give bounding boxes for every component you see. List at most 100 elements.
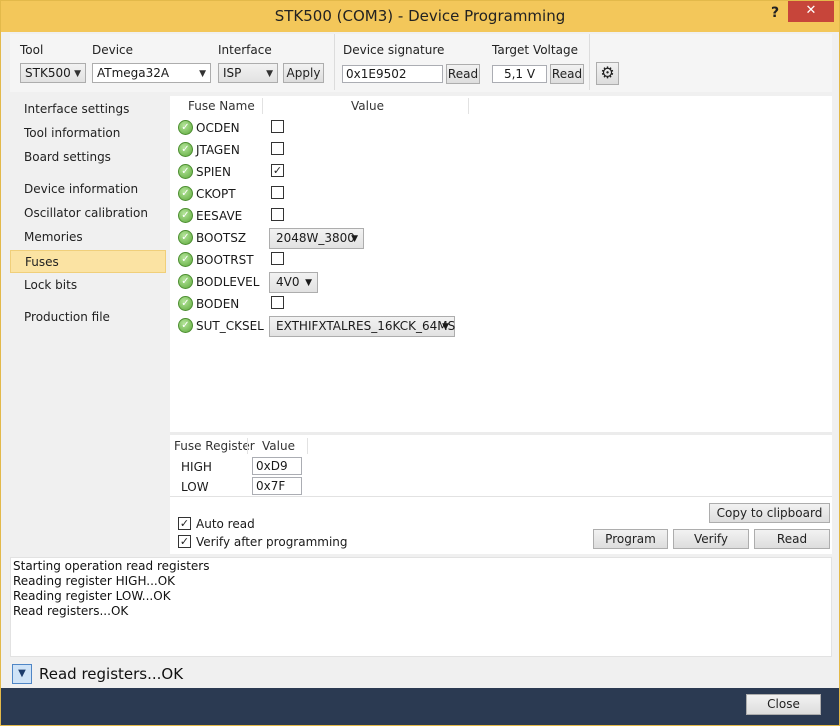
- fuse-name: BODLEVEL: [196, 275, 260, 289]
- register-value-high[interactable]: 0xD9: [252, 457, 302, 475]
- device-signature-field[interactable]: 0x1E9502: [342, 65, 443, 83]
- fuse-checkbox-boden[interactable]: [271, 296, 284, 309]
- panel-splitter[interactable]: [170, 432, 832, 435]
- column-header-fuse-name[interactable]: Fuse Name: [188, 99, 255, 113]
- copy-to-clipboard-button[interactable]: Copy to clipboard: [709, 503, 830, 523]
- tool-label: Tool: [20, 43, 44, 57]
- help-button[interactable]: ?: [765, 4, 785, 24]
- sidebar-item-tool-information[interactable]: Tool information: [10, 122, 166, 145]
- target-voltage-field[interactable]: 5,1 V: [492, 65, 547, 83]
- interface-select-value: ISP: [223, 66, 242, 80]
- verify-after-programming-checkbox[interactable]: ✓: [178, 535, 191, 548]
- fuse-row-bodlevel: ✓ BODLEVEL 4V0 ▼: [170, 271, 832, 293]
- signature-read-button[interactable]: Read: [446, 64, 480, 84]
- fuse-row-sut-cksel: ✓ SUT_CKSEL EXTHIFXTALRES_16KCK_64MS ▼: [170, 315, 832, 337]
- collapse-log-button[interactable]: ▼: [12, 664, 32, 684]
- fuse-row-boden: ✓ BODEN: [170, 293, 832, 315]
- voltage-read-button[interactable]: Read: [550, 64, 584, 84]
- fuse-grid-header: Fuse Name Value: [170, 96, 832, 116]
- column-header-register-value[interactable]: Value: [262, 439, 295, 453]
- sidebar-item-interface-settings[interactable]: Interface settings: [10, 98, 166, 121]
- fuse-checkbox-eesave[interactable]: [271, 208, 284, 221]
- fuse-name: CKOPT: [196, 187, 236, 201]
- window-close-button[interactable]: ✕: [788, 1, 834, 22]
- sidebar-item-fuses[interactable]: Fuses: [10, 250, 166, 273]
- fuse-checkbox-jtagen[interactable]: [271, 142, 284, 155]
- chevron-down-icon: ▼: [266, 69, 273, 79]
- fuses-panel: Fuse Name Value ✓ OCDEN ✓ JTAGEN ✓ SPIEN…: [170, 96, 832, 554]
- device-select[interactable]: ATmega32A ▼: [92, 63, 211, 83]
- options-area: ✓ Auto read ✓ Verify after programming C…: [170, 496, 832, 554]
- close-button[interactable]: Close: [746, 694, 821, 715]
- fuse-row-ocden: ✓ OCDEN: [170, 117, 832, 139]
- tool-select-value: STK500: [25, 66, 71, 80]
- fuse-row-ckopt: ✓ CKOPT: [170, 183, 832, 205]
- chevron-down-icon: ▼: [442, 322, 449, 332]
- gear-icon[interactable]: ⚙: [596, 62, 619, 85]
- apply-button[interactable]: Apply: [283, 63, 324, 83]
- status-ok-icon: ✓: [178, 252, 193, 267]
- status-ok-icon: ✓: [178, 296, 193, 311]
- tool-select[interactable]: STK500 ▼: [20, 63, 86, 83]
- fuse-name: SUT_CKSEL: [196, 319, 264, 333]
- fuse-name: BOOTRST: [196, 253, 254, 267]
- fuse-name: BOOTSZ: [196, 231, 247, 245]
- fuse-select-sut-cksel[interactable]: EXTHIFXTALRES_16KCK_64MS ▼: [269, 316, 455, 337]
- fuse-select-bootsz[interactable]: 2048W_3800 ▼: [269, 228, 364, 249]
- auto-read-label: Auto read: [196, 517, 255, 531]
- read-button[interactable]: Read: [754, 529, 830, 549]
- device-select-value: ATmega32A: [97, 66, 170, 80]
- status-bar: ▼ Read registers...OK: [10, 661, 832, 687]
- column-header-value[interactable]: Value: [351, 99, 384, 113]
- program-button[interactable]: Program: [593, 529, 668, 549]
- divider: [170, 496, 832, 497]
- status-ok-icon: ✓: [178, 142, 193, 157]
- log-line: Reading register LOW...OK: [13, 589, 171, 603]
- sidebar-item-device-information[interactable]: Device information: [10, 178, 166, 201]
- window-title: STK500 (COM3) - Device Programming: [274, 7, 566, 25]
- device-signature-label: Device signature: [343, 43, 445, 57]
- auto-read-checkbox[interactable]: ✓: [178, 517, 191, 530]
- fuse-checkbox-ckopt[interactable]: [271, 186, 284, 199]
- register-grid-header: Fuse Register Value: [170, 436, 832, 456]
- verify-button[interactable]: Verify: [673, 529, 749, 549]
- fuse-name: BODEN: [196, 297, 240, 311]
- status-ok-icon: ✓: [178, 230, 193, 245]
- sidebar-item-board-settings[interactable]: Board settings: [10, 146, 166, 169]
- register-row-low: LOW 0x7F: [170, 476, 832, 496]
- sidebar-item-lock-bits[interactable]: Lock bits: [10, 274, 166, 297]
- register-row-high: HIGH 0xD9: [170, 456, 832, 476]
- log-line: Read registers...OK: [13, 604, 129, 618]
- fuse-select-value: 2048W_3800: [276, 231, 355, 245]
- status-ok-icon: ✓: [178, 208, 193, 223]
- interface-select[interactable]: ISP ▼: [218, 63, 278, 83]
- column-header-fuse-register[interactable]: Fuse Register: [174, 439, 255, 453]
- column-divider[interactable]: [247, 438, 248, 454]
- column-divider[interactable]: [468, 98, 469, 114]
- fuse-row-spien: ✓ SPIEN ✓: [170, 161, 832, 183]
- sidebar-item-production-file[interactable]: Production file: [10, 306, 166, 329]
- interface-label: Interface: [218, 43, 272, 57]
- fuse-select-bodlevel[interactable]: 4V0 ▼: [269, 272, 318, 293]
- fuse-name: OCDEN: [196, 121, 240, 135]
- register-name: HIGH: [181, 460, 212, 474]
- column-divider[interactable]: [262, 98, 263, 114]
- column-divider[interactable]: [307, 438, 308, 454]
- verify-after-programming-label: Verify after programming: [196, 535, 348, 549]
- sidebar-item-memories[interactable]: Memories: [10, 226, 166, 249]
- output-log[interactable]: Starting operation read registers Readin…: [10, 557, 832, 657]
- fuse-checkbox-bootrst[interactable]: [271, 252, 284, 265]
- fuse-name: EESAVE: [196, 209, 243, 223]
- status-ok-icon: ✓: [178, 318, 193, 333]
- log-line: Reading register HIGH...OK: [13, 574, 176, 588]
- sidebar-item-oscillator-calibration[interactable]: Oscillator calibration: [10, 202, 166, 225]
- title-bar[interactable]: STK500 (COM3) - Device Programming ? ✕: [1, 1, 839, 32]
- device-programming-window: STK500 (COM3) - Device Programming ? ✕ T…: [0, 0, 840, 726]
- register-value-low[interactable]: 0x7F: [252, 477, 302, 495]
- footer-bar: Close: [1, 688, 839, 725]
- chevron-down-icon: ▼: [351, 234, 358, 244]
- fuse-checkbox-ocden[interactable]: [271, 120, 284, 133]
- fuse-name: SPIEN: [196, 165, 231, 179]
- fuse-checkbox-spien[interactable]: ✓: [271, 164, 284, 177]
- toolbar-divider: [334, 34, 335, 90]
